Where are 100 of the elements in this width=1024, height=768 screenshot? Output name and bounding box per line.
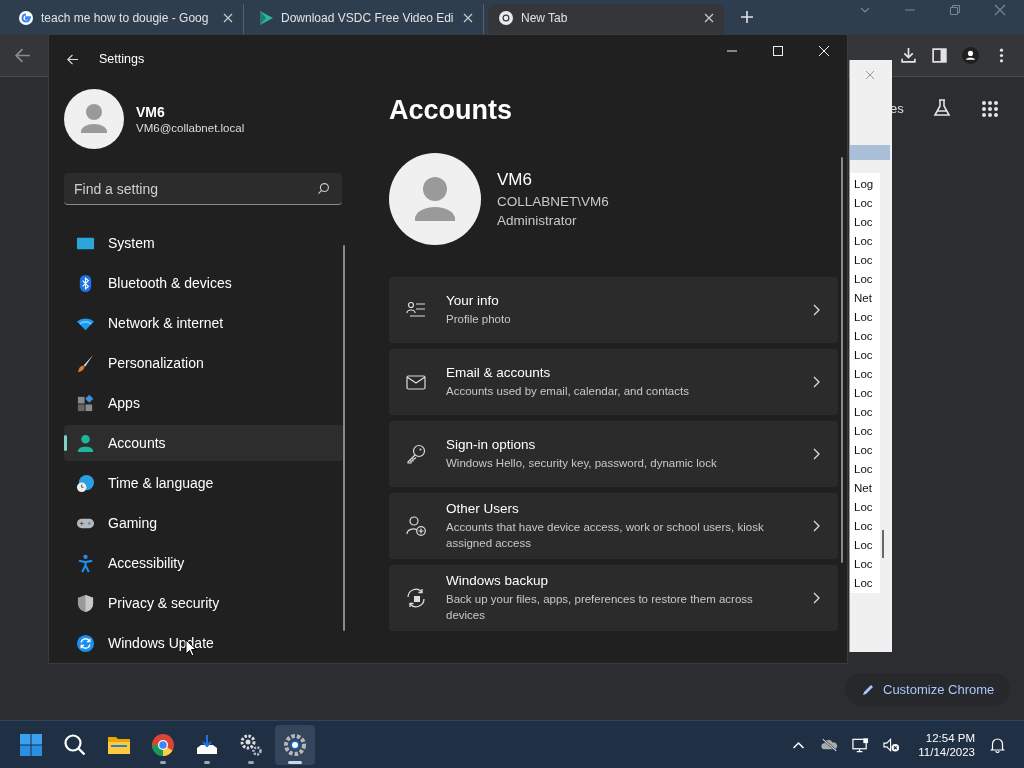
list-item[interactable]: Loc xyxy=(854,555,880,574)
bell-icon[interactable] xyxy=(989,736,1006,753)
apps-grid-icon[interactable] xyxy=(981,100,999,118)
list-item[interactable]: Loc xyxy=(854,251,880,270)
list-item[interactable]: Loc xyxy=(854,441,880,460)
speaker-muted-icon[interactable] xyxy=(883,736,901,753)
tab-title: Download VSDC Free Video Edi xyxy=(281,10,455,25)
running-indicator xyxy=(248,760,254,764)
apps-icon xyxy=(76,393,95,413)
page-title: Accounts xyxy=(389,95,514,125)
maximize-icon[interactable] xyxy=(772,45,784,57)
avatar-icon xyxy=(389,153,481,245)
settings-card[interactable]: Windows backup Back up your files, apps, preferences to restore them across devices xyxy=(389,565,838,631)
chrome-icon xyxy=(151,732,175,757)
list-item[interactable]: Log xyxy=(854,175,880,194)
list-item[interactable]: Loc xyxy=(854,460,880,479)
list-item[interactable]: Loc xyxy=(854,365,880,384)
cloud-off-icon[interactable] xyxy=(821,736,839,753)
list-item[interactable]: Loc xyxy=(854,232,880,251)
list-item[interactable]: Loc xyxy=(854,213,880,232)
nav-item[interactable]: Network & internet xyxy=(64,305,344,341)
list-item[interactable]: Loc xyxy=(854,536,880,555)
nav-item[interactable]: Privacy & security xyxy=(64,585,344,621)
user-email: VM6@collabnet.local xyxy=(136,122,245,134)
tab-title: teach me how to dougie - Goog xyxy=(41,10,210,25)
scrollbar xyxy=(882,530,884,558)
flask-icon[interactable] xyxy=(932,98,952,118)
nav-item[interactable]: Personalization xyxy=(64,345,344,381)
list-item[interactable]: Loc xyxy=(854,270,880,289)
refresh-icon xyxy=(76,633,95,653)
plus-icon[interactable] xyxy=(740,10,754,24)
list-item[interactable]: Loc xyxy=(854,327,880,346)
google-icon xyxy=(18,9,34,26)
nav-item[interactable]: Accessibility xyxy=(64,545,344,581)
scrollbar[interactable] xyxy=(841,157,843,563)
chevron-right-icon xyxy=(812,448,820,460)
shield-icon xyxy=(76,593,95,613)
list-item[interactable]: Loc xyxy=(854,346,880,365)
windows-logo-icon xyxy=(19,732,43,757)
close-icon[interactable] xyxy=(704,12,714,23)
person-add-icon xyxy=(406,516,426,536)
card-description: Accounts that have device access, work or school users, kiosk assigned access xyxy=(446,520,765,551)
sync-files-icon xyxy=(406,588,426,608)
search-field[interactable]: Find a setting xyxy=(64,173,342,205)
settings-card[interactable]: Other Users Accounts that have device access, work or school users, kiosk assigned access xyxy=(389,493,838,559)
clock-date[interactable]: 11/14/2023 xyxy=(918,745,975,758)
list-item[interactable]: Loc xyxy=(854,517,880,536)
list-item[interactable]: Loc xyxy=(854,384,880,403)
settings-card[interactable]: Sign-in options Windows Hello, security key, password, dynamic lock xyxy=(389,421,838,487)
restore-icon[interactable] xyxy=(949,4,961,16)
play-logo-icon xyxy=(258,9,274,26)
pencil-icon xyxy=(861,682,875,697)
list-item[interactable]: Net xyxy=(854,479,880,498)
settings-icon xyxy=(283,732,307,757)
close-icon[interactable] xyxy=(463,12,473,23)
close-icon[interactable] xyxy=(223,12,233,23)
avatar-icon xyxy=(64,89,124,149)
nav-item[interactable]: Bluetooth & devices xyxy=(64,265,344,301)
list-item[interactable]: Loc xyxy=(854,308,880,327)
nav-item[interactable]: Gaming xyxy=(64,505,344,541)
side-panel-icon[interactable] xyxy=(931,46,948,64)
list-item[interactable]: Loc xyxy=(854,498,880,517)
card-description: Back up your files, apps, preferences to restore them across devices xyxy=(446,592,754,623)
chevron-right-icon xyxy=(812,520,820,532)
nav-item[interactable]: System xyxy=(64,225,344,261)
monitor-icon[interactable] xyxy=(852,736,870,753)
list-item[interactable]: Loc xyxy=(854,574,880,593)
scrollbar[interactable] xyxy=(343,245,345,631)
card-description: Profile photo xyxy=(446,312,512,327)
nav-item[interactable]: Time & language xyxy=(64,465,344,501)
card-description: Accounts used by email, calendar, and contacts xyxy=(446,384,690,399)
running-indicator xyxy=(288,760,302,764)
mail-icon xyxy=(406,372,426,392)
list-item[interactable]: Net xyxy=(854,289,880,308)
list-item[interactable]: Loc xyxy=(854,194,880,213)
search-icon xyxy=(317,182,330,195)
download-icon[interactable] xyxy=(900,46,917,64)
clock-time[interactable]: 12:54 PM xyxy=(925,731,975,744)
nav-item[interactable]: Apps xyxy=(64,385,344,421)
card-title: Other Users xyxy=(446,501,520,516)
chevron-right-icon xyxy=(812,592,820,604)
customize-chrome-button[interactable]: Customize Chrome xyxy=(845,673,1011,706)
browser-tab[interactable]: New Tab xyxy=(488,4,724,34)
user-name: VM6 xyxy=(136,104,166,120)
profile-icon[interactable] xyxy=(962,46,979,64)
card-title: Sign-in options xyxy=(446,437,537,452)
settings-card[interactable]: Your info Profile photo xyxy=(389,277,838,343)
taskbar-button[interactable] xyxy=(275,724,315,765)
list-item[interactable]: Loc xyxy=(854,403,880,422)
settings-card[interactable]: Email & accounts Accounts used by email, calendar, and contacts xyxy=(389,349,838,415)
key-icon xyxy=(406,444,426,464)
nav-item[interactable]: Accounts xyxy=(64,425,344,461)
card-title: Email & accounts xyxy=(446,365,552,380)
running-indicator xyxy=(204,760,210,764)
card-description: Windows Hello, security key, password, dynamic lock xyxy=(446,456,718,471)
selection-indicator xyxy=(64,435,67,451)
gears-icon xyxy=(239,732,263,757)
list-item[interactable]: Loc xyxy=(854,422,880,441)
running-indicator xyxy=(160,760,166,764)
selected-row xyxy=(850,145,890,160)
